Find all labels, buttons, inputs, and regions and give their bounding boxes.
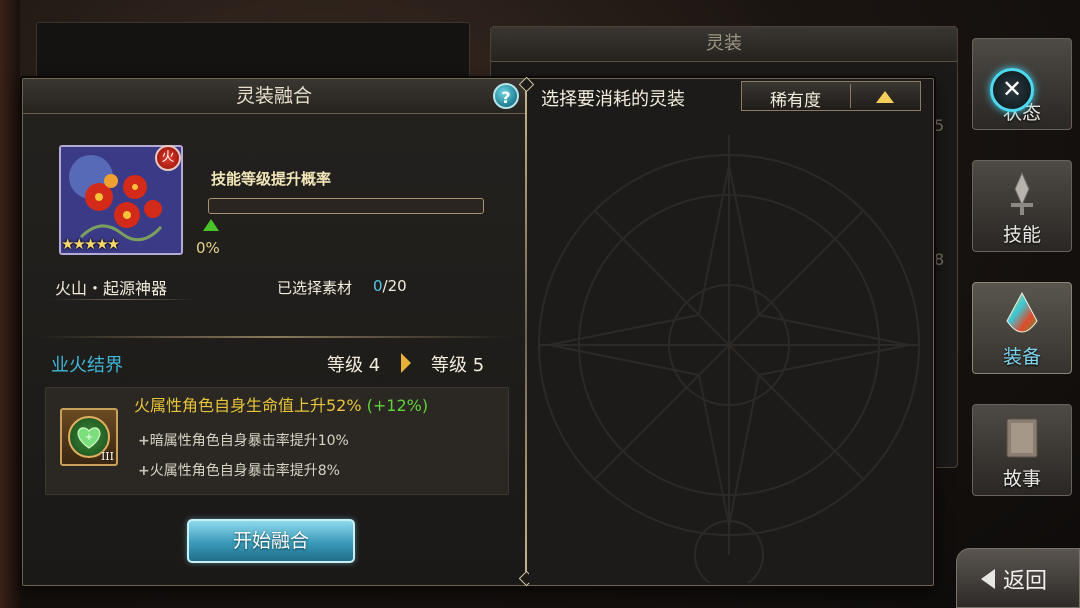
effect-main-desc: 火属性角色自身生命值上升52% [134, 396, 367, 415]
close-icon: ✕ [1001, 75, 1023, 103]
back-arrow-icon [981, 569, 995, 589]
side-menu-equipment[interactable]: 装备 [972, 282, 1072, 374]
plus-icon: + [138, 433, 150, 449]
selected-current: 0 [373, 277, 383, 295]
plus-icon: + [138, 463, 150, 479]
fusion-left-pane: 灵装融合 ? 火 ★★★★★ 技能等级提升概率 0% 火山・起源神器 已选择素材… [23, 79, 525, 585]
sort-ascending-arrow-icon[interactable] [876, 91, 894, 103]
fire-element-icon: 火 [155, 145, 181, 171]
background-panel-title: 灵装 [491, 27, 957, 62]
selected-materials-label: 已选择素材 [277, 279, 353, 297]
increase-arrow-icon [203, 219, 219, 231]
crystal-icon [1006, 291, 1038, 333]
skill-rate-value: 0% [196, 239, 220, 257]
skill-level-from: 等级 4 [327, 355, 381, 376]
effect-main-bonus: (+12%) [366, 396, 429, 415]
background-digit: 5 [934, 116, 945, 135]
card-name: 火山・起源神器 [55, 279, 168, 298]
pane-divider [525, 79, 527, 585]
background-left-strip [0, 0, 20, 608]
material-list-area[interactable] [529, 115, 931, 583]
book-icon [1006, 418, 1038, 458]
effect-sub-1-text: 暗属性角色自身暴击率提升10% [149, 433, 349, 449]
fusion-dialog: 灵装融合 ? 火 ★★★★★ 技能等级提升概率 0% 火山・起源神器 已选择素材… [22, 76, 934, 587]
effect-sub-2: +火属性角色自身暴击率提升8% [138, 460, 340, 480]
magic-circle-background [538, 135, 920, 583]
skill-name: 业火结界 [51, 355, 123, 376]
card-name-underline [49, 299, 195, 300]
background-card-list [36, 22, 470, 84]
heart-heal-icon[interactable]: + III [60, 408, 118, 466]
sort-control[interactable]: 稀有度 [741, 81, 921, 111]
skill-rate-progress-bar [208, 198, 484, 214]
skill-level-to: 等级 5 [431, 355, 485, 376]
back-button[interactable]: 返回 [956, 548, 1080, 608]
side-menu-story-label: 故事 [1002, 468, 1041, 490]
selected-materials-count: 0/20 [373, 277, 407, 295]
skill-rate-label: 技能等级提升概率 [211, 170, 332, 188]
side-menu-skill-label: 技能 [1002, 224, 1041, 246]
effect-sub-1: +暗属性角色自身暴击率提升10% [138, 430, 349, 450]
effect-sub-2-text: 火属性角色自身暴击率提升8% [149, 463, 340, 479]
section-divider [37, 336, 511, 338]
svg-text:+: + [85, 432, 93, 443]
back-label: 返回 [1003, 569, 1048, 594]
help-button[interactable]: ? [493, 83, 519, 109]
dialog-title: 灵装融合 [23, 79, 525, 114]
background-digit: 8 [934, 250, 945, 269]
rarity-stars: ★★★★★ [61, 235, 120, 253]
side-menu-story[interactable]: 故事 [972, 404, 1072, 496]
skill-sword-icon [1011, 171, 1033, 215]
sort-separator [850, 84, 851, 108]
chevron-right-icon [401, 353, 411, 373]
selected-max: /20 [382, 277, 407, 295]
effect-icon-level: III [100, 450, 114, 463]
side-menu-equipment-label: 装备 [1002, 346, 1041, 368]
side-menu-skill[interactable]: 技能 [972, 160, 1072, 252]
skill-effect-box: + III 火属性角色自身生命值上升52% (+12%) +暗属性角色自身暴击率… [45, 387, 509, 495]
sort-label[interactable]: 稀有度 [770, 86, 821, 111]
close-button[interactable]: ✕ [990, 68, 1034, 112]
start-fusion-button[interactable]: 开始融合 [187, 519, 355, 563]
effect-main-text: 火属性角色自身生命值上升52% (+12%) [134, 392, 428, 416]
material-select-title: 选择要消耗的灵装 [541, 89, 685, 110]
